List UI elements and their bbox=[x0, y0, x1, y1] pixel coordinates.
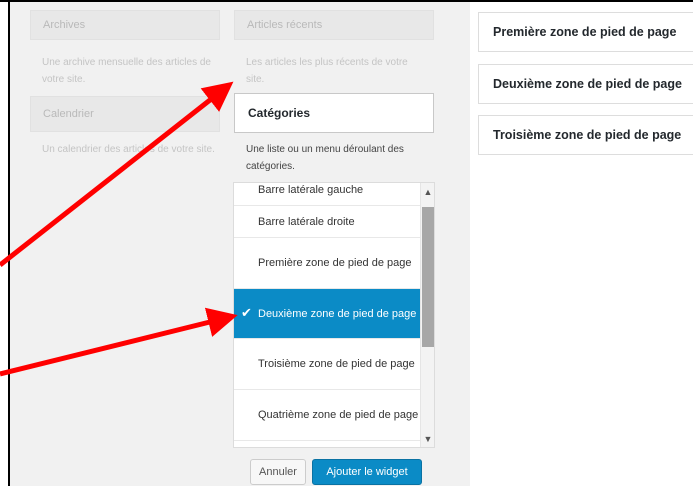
widget-categories-description: Une liste ou un menu déroulant des catég… bbox=[246, 144, 404, 172]
sidebar-option-footer-3[interactable]: Troisième zone de pied de page bbox=[234, 339, 420, 390]
widget-categories[interactable]: Catégories bbox=[234, 93, 434, 133]
sidebar-option-label: Troisième zone de pied de page bbox=[258, 358, 415, 370]
widget-archives[interactable]: Archives bbox=[30, 10, 220, 40]
sidebar-option-left[interactable]: Barre latérale gauche bbox=[234, 183, 420, 206]
sidebar-option-footer-2[interactable]: ✔ Deuxième zone de pied de page bbox=[234, 289, 420, 339]
widget-calendar[interactable]: Calendrier bbox=[30, 96, 220, 132]
widget-recent-posts-description: Les articles les plus récents de votre s… bbox=[246, 57, 408, 85]
sidebar-option-label: Barre latérale gauche bbox=[258, 184, 364, 196]
footer-zone-2[interactable]: Deuxième zone de pied de page bbox=[478, 64, 693, 104]
footer-zone-label: Troisième zone de pied de page bbox=[493, 128, 682, 142]
footer-zone-label: Première zone de pied de page bbox=[493, 25, 677, 39]
list-scrollbar[interactable]: ▲ ▼ bbox=[420, 183, 434, 447]
sidebar-option-footer-1[interactable]: Première zone de pied de page bbox=[234, 238, 420, 289]
scroll-down-icon[interactable]: ▼ bbox=[421, 432, 434, 446]
sidebar-option-label: Première zone de pied de page bbox=[258, 257, 412, 269]
widget-archives-title: Archives bbox=[43, 19, 86, 31]
cancel-button[interactable]: Annuler bbox=[250, 459, 306, 485]
sidebar-chooser-list[interactable]: Barre latérale gauche Barre latérale dro… bbox=[233, 182, 435, 448]
sidebar-option-label: Deuxième zone de pied de page bbox=[258, 307, 417, 320]
footer-zone-1[interactable]: Première zone de pied de page bbox=[478, 12, 693, 52]
footer-zone-label: Deuxième zone de pied de page bbox=[493, 77, 682, 91]
widget-calendar-description: Un calendrier des articles de votre site… bbox=[42, 144, 215, 155]
sidebar-option-label: Barre latérale droite bbox=[258, 215, 355, 228]
sidebar-option-footer-4[interactable]: Quatrième zone de pied de page bbox=[234, 390, 420, 441]
widget-areas-panel: Première zone de pied de page Deuxième z… bbox=[478, 0, 693, 486]
sidebar-option-right[interactable]: Barre latérale droite bbox=[234, 206, 420, 238]
scroll-up-icon[interactable]: ▲ bbox=[421, 185, 434, 199]
add-widget-button[interactable]: Ajouter le widget bbox=[312, 459, 422, 485]
sidebar-option-label: Quatrième zone de pied de page bbox=[258, 409, 419, 421]
widget-calendar-title: Calendrier bbox=[43, 108, 94, 120]
widget-recent-posts[interactable]: Articles récents bbox=[234, 10, 434, 40]
footer-zone-3[interactable]: Troisième zone de pied de page bbox=[478, 115, 693, 155]
check-icon: ✔ bbox=[241, 304, 252, 320]
widget-recent-posts-title: Articles récents bbox=[247, 19, 323, 31]
widget-categories-title: Catégories bbox=[248, 106, 311, 120]
widget-archives-description: Une archive mensuelle des articles de vo… bbox=[42, 57, 211, 85]
scrollbar-thumb[interactable] bbox=[422, 207, 434, 347]
